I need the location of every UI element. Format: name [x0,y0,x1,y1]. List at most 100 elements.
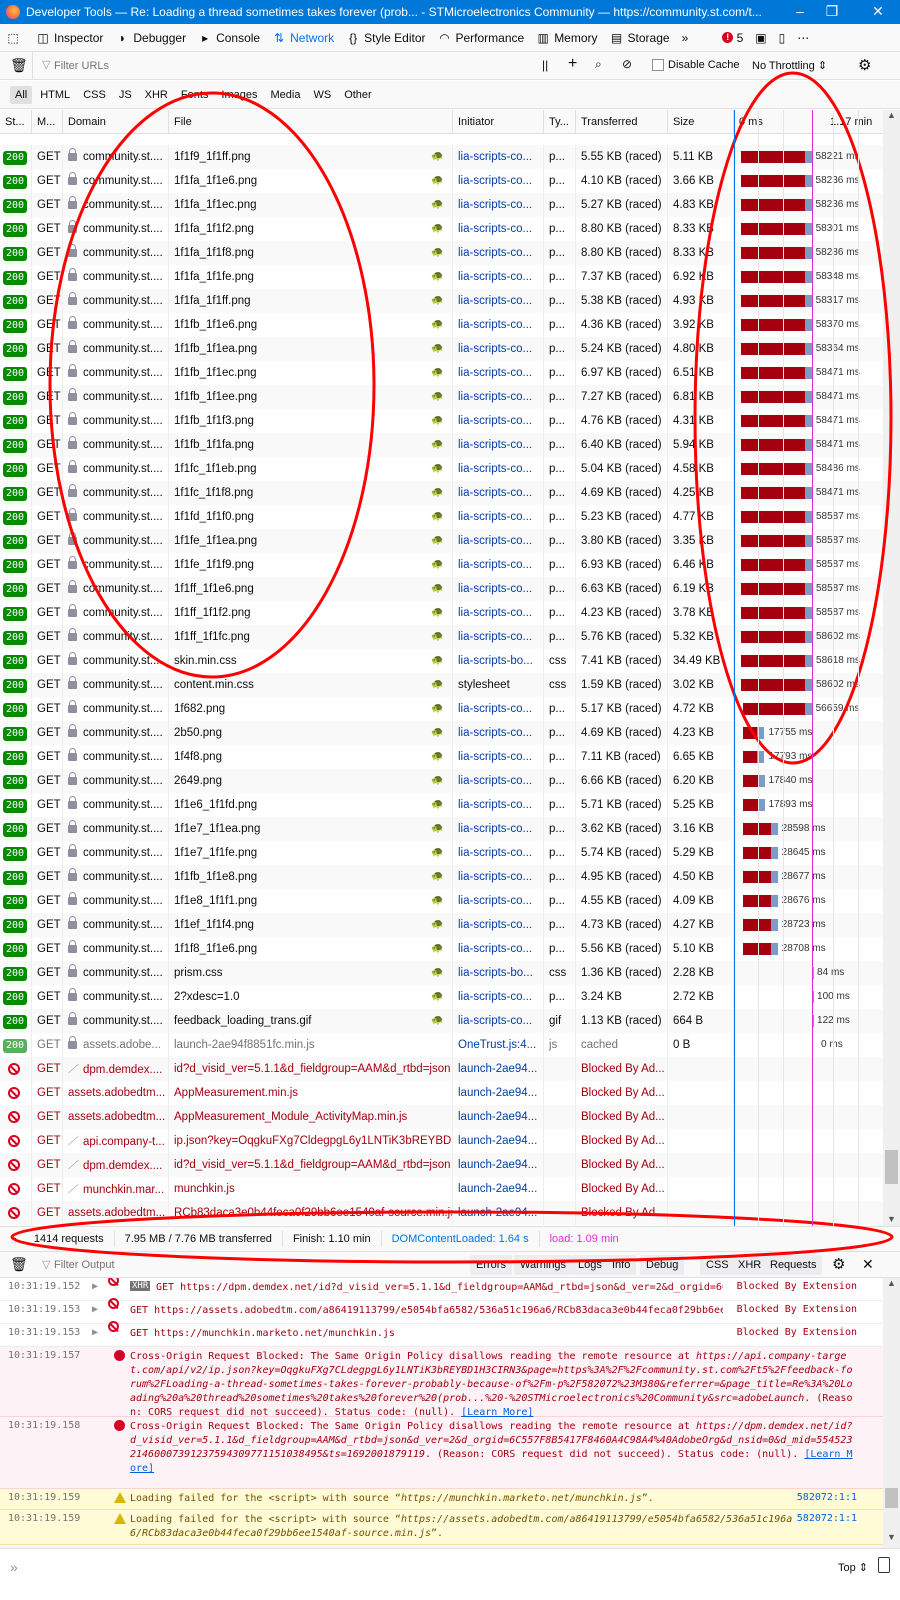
tab-storage[interactable]: ▤ Storage [604,24,676,52]
request-row[interactable]: GET assets.adobedtm... RCb83daca3e0b44feca… [0,1201,883,1225]
initiator-cell[interactable]: lia-scripts-co... [453,793,544,817]
pause-button[interactable]: || [542,58,548,72]
initiator-cell[interactable]: lia-scripts-co... [453,409,544,433]
initiator-cell[interactable]: launch-2ae94... [453,1129,544,1153]
initiator-cell[interactable]: lia-scripts-co... [453,721,544,745]
initiator-cell[interactable]: lia-scripts-co... [453,889,544,913]
requests-scrollbar[interactable]: ▲ ▼ [883,110,900,1226]
request-row[interactable]: 200 GET community.st.... 1f1fb_1f1ec.png 🐢 li… [0,361,883,385]
restore-button[interactable]: ❐ [812,0,852,24]
initiator-cell[interactable]: lia-scripts-co... [453,577,544,601]
filter-urls-input[interactable] [54,56,524,76]
request-row[interactable]: 200 GET community.st.... 1f1fd_1f1f0.png 🐢 li… [0,505,883,529]
level-info-button[interactable]: Info [606,1255,637,1275]
request-row[interactable]: 200 GET community.st.... 1f4f8.png 🐢 lia-scri… [0,745,883,769]
request-row[interactable]: 200 GET community.st.... 1f1fc_1f1eb.png 🐢 li… [0,457,883,481]
request-row[interactable]: 200 GET assets.adobe... launch-2ae94f8851fc… [0,1033,883,1057]
initiator-cell[interactable]: lia-scripts-co... [453,337,544,361]
column-initiator[interactable]: Initiator [453,110,544,134]
editor-mode-toggle-icon[interactable] [878,1557,890,1573]
more-tools-button[interactable]: » [676,24,695,52]
clear-requests-button[interactable]: 🗑 [10,57,28,74]
tab-style-editor[interactable]: {} Style Editor [340,24,431,52]
tab-console[interactable]: ▸ Console [192,24,266,52]
clear-console-button[interactable]: 🗑 [10,1256,28,1273]
initiator-cell[interactable]: lia-scripts-co... [453,601,544,625]
request-row[interactable]: 200 GET community.st.... 1f1f9_1f1ff.png 🐢 li… [0,145,883,169]
filter-xhr-button[interactable]: XHR [732,1255,768,1275]
request-row[interactable]: 200 GET community.st.... 1f1e6_1f1fd.png 🐢 li… [0,793,883,817]
request-row[interactable]: 200 GET community.st.... feedback_loading_t… [0,1009,883,1033]
message-source[interactable]: 582072:1:1 [797,1513,857,1524]
request-row[interactable]: 200 GET community.st.... 1f1fb_1f1fa.png 🐢 li… [0,433,883,457]
level-debug-button[interactable]: Debug [640,1255,685,1275]
close-window-button[interactable]: ✕ [858,0,898,24]
request-row[interactable]: GET ⟋ munchkin.mar... munchkin.js launch-2ae… [0,1177,883,1201]
initiator-cell[interactable]: lia-scripts-co... [453,505,544,529]
console-scrollbar[interactable]: ▲ ▼ [883,1278,900,1548]
column-type[interactable]: Ty... [544,110,576,134]
request-row[interactable]: 200 GET community.st.... 1f1fa_1f1ff.png 🐢 li… [0,289,883,313]
column-size[interactable]: Size [668,110,734,134]
initiator-cell[interactable]: lia-scripts-co... [453,529,544,553]
request-row[interactable]: 200 GET community.st.... 1f1ff_1f1fc.png 🐢 li… [0,625,883,649]
console-input-area[interactable]: » Top ⇕ [0,1548,900,1600]
request-row[interactable]: GET assets.adobedtm... AppMeasurement.min.… [0,1081,883,1105]
request-row[interactable]: 200 GET community.st.... 1f1fb_1f1f3.png 🐢 li… [0,409,883,433]
request-row[interactable]: 200 GET community.st.... 1f1e7_1f1ea.png 🐢 li… [0,817,883,841]
level-errors-button[interactable]: Errors [470,1255,512,1275]
type-filter-xhr[interactable]: XHR [140,86,173,104]
request-row[interactable]: 200 GET community.st.... 1f1e7_1f1fe.png 🐢 li… [0,841,883,865]
type-filter-media[interactable]: Media [265,86,305,104]
type-filter-js[interactable]: JS [114,86,137,104]
initiator-cell[interactable]: stylesheet [453,673,544,697]
type-filter-ws[interactable]: WS [308,86,336,104]
initiator-cell[interactable]: lia-scripts-co... [453,145,544,169]
console-settings-gear-icon[interactable]: ⚙ [832,1255,845,1273]
initiator-cell[interactable]: lia-scripts-co... [453,913,544,937]
close-split-console-button[interactable]: ✕ [862,1256,874,1273]
request-row[interactable]: 200 GET community.st.... content.min.css 🐢 st… [0,673,883,697]
request-row[interactable]: 200 GET community.st.... 1f1fb_1f1e6.png 🐢 li… [0,313,883,337]
tab-network[interactable]: ⇅ Network [266,24,340,52]
initiator-cell[interactable]: lia-scripts-co... [453,169,544,193]
block-urls-icon[interactable]: ⊘ [622,57,632,71]
initiator-cell[interactable]: lia-scripts-co... [453,385,544,409]
request-row[interactable]: 200 GET community.st.... 1f1fa_1f1ec.png 🐢 li… [0,193,883,217]
level-logs-button[interactable]: Logs [572,1255,608,1275]
column-waterfall[interactable]: 0 ms 1.17 min [734,110,883,134]
request-row[interactable]: 200 GET community.st.... 1f1fb_1f1ee.png 🐢 li… [0,385,883,409]
initiator-cell[interactable]: launch-2ae94... [453,1105,544,1129]
tab-performance[interactable]: ◠ Performance [431,24,530,52]
tab-inspector[interactable]: ◫ Inspector [30,24,109,52]
request-row[interactable]: 200 GET community.st.... 2b50.png 🐢 lia-scrip… [0,721,883,745]
message-source[interactable]: 582072:1:1 [797,1492,857,1503]
initiator-cell[interactable]: lia-scripts-co... [453,817,544,841]
message-url[interactable]: https://munchkin.marketo.net/munchkin.js [401,1493,642,1504]
request-row[interactable]: 200 GET community.st.... skin.min.css 🐢 lia-s… [0,649,883,673]
request-row[interactable]: 200 GET community.st.... 1f1fe_1f1ea.png 🐢 li… [0,529,883,553]
initiator-cell[interactable]: lia-scripts-co... [453,937,544,961]
initiator-cell[interactable]: lia-scripts-co... [453,361,544,385]
initiator-cell[interactable]: launch-2ae94... [453,1177,544,1201]
settings-gear-icon[interactable]: ⚙ [858,56,871,74]
filter-output-input[interactable] [54,1256,454,1274]
initiator-cell[interactable]: lia-scripts-co... [453,457,544,481]
filter-css-button[interactable]: CSS [700,1255,735,1275]
initiator-cell[interactable]: OneTrust.js:4... [453,1033,544,1057]
type-filter-all[interactable]: All [10,85,33,104]
error-count-button[interactable]: ! 5 [716,24,749,52]
initiator-cell[interactable]: lia-scripts-co... [453,1009,544,1033]
search-icon[interactable]: ⌕ [595,57,602,72]
more-options-button[interactable]: ⋯ [791,24,815,52]
pick-element-button[interactable]: ⬚ [0,24,30,52]
initiator-cell[interactable]: lia-scripts-co... [453,841,544,865]
request-row[interactable]: GET ⟋ dpm.demdex.... id?d_visid_ver=5.1.1&d… [0,1057,883,1081]
request-row[interactable]: 200 GET community.st.... 1f1fc_1f1f8.png 🐢 li… [0,481,883,505]
initiator-cell[interactable]: lia-scripts-co... [453,625,544,649]
type-filter-images[interactable]: Images [216,86,262,104]
request-row[interactable]: 200 GET community.st.... 2649.png 🐢 lia-scrip… [0,769,883,793]
type-filter-html[interactable]: HTML [35,86,75,104]
initiator-cell[interactable]: lia-scripts-co... [453,745,544,769]
initiator-cell[interactable]: lia-scripts-co... [453,865,544,889]
